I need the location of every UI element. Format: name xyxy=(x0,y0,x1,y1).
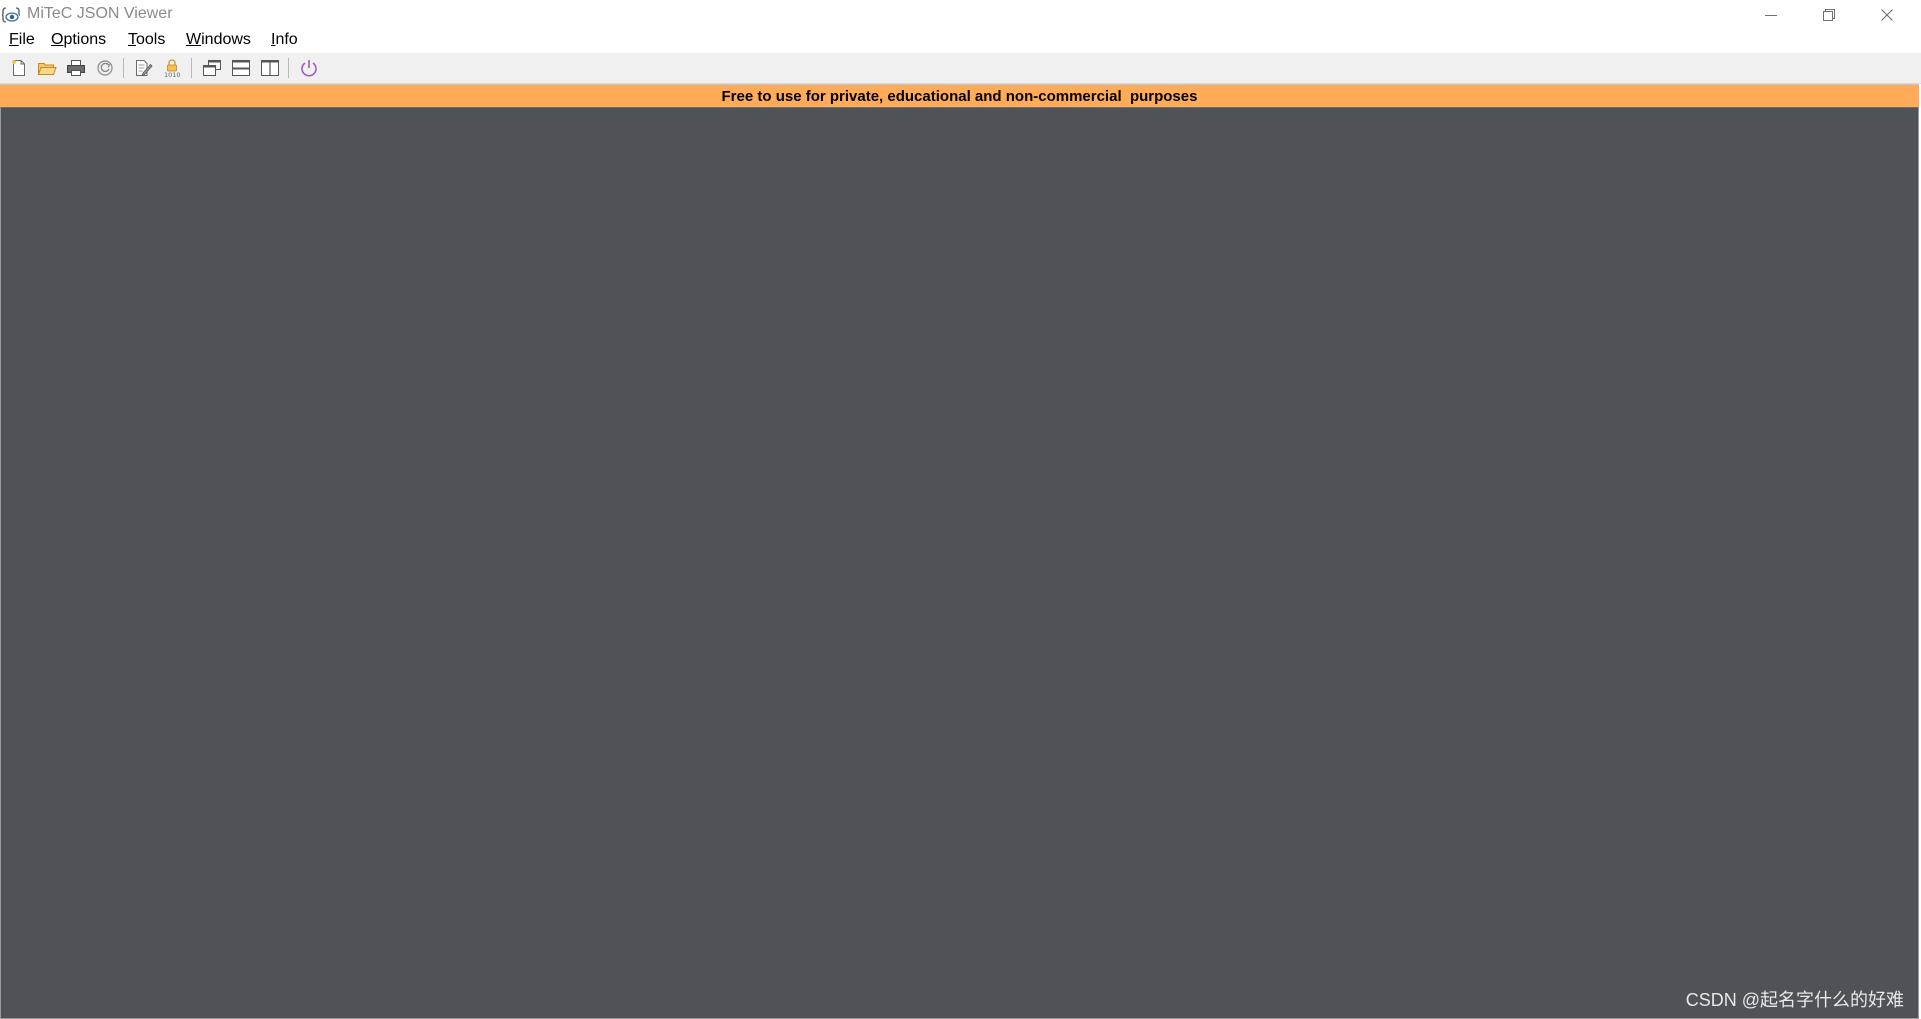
edit-document-icon xyxy=(136,60,153,77)
refresh-button[interactable] xyxy=(93,57,117,79)
window-title: MiTeC JSON Viewer xyxy=(27,5,173,22)
menu-options[interactable]: Options xyxy=(51,31,106,49)
power-exit-icon xyxy=(301,60,317,77)
close-button[interactable] xyxy=(1858,0,1916,29)
binary-lock-icon: 1010 xyxy=(164,59,181,78)
edit-button[interactable] xyxy=(131,57,155,79)
minimize-icon xyxy=(1765,14,1777,16)
toolbar-separator xyxy=(123,58,124,78)
svg-text:1010: 1010 xyxy=(164,71,181,78)
tile-horizontal-icon xyxy=(232,60,250,76)
print-icon xyxy=(67,60,85,76)
exit-button[interactable] xyxy=(297,57,321,79)
toolbar-separator xyxy=(288,58,289,78)
watermark-text: CSDN @起名字什么的好难 xyxy=(1685,990,1904,1010)
json-viewer-app-icon[interactable] xyxy=(1,6,22,24)
menu-file[interactable]: File xyxy=(9,31,35,49)
minimize-button[interactable] xyxy=(1742,0,1800,29)
binary-button[interactable]: 1010 xyxy=(161,57,185,79)
new-file-icon xyxy=(12,60,25,76)
restore-icon xyxy=(1823,8,1835,21)
tile-horizontal-button[interactable] xyxy=(229,57,253,79)
title-bar[interactable]: MiTeC JSON Viewer xyxy=(0,0,1921,29)
toolbar-separator xyxy=(191,58,192,78)
toolbar: 1010 xyxy=(0,53,1921,84)
new-file-button[interactable] xyxy=(7,57,31,79)
tile-vertical-icon xyxy=(261,60,279,76)
refresh-icon xyxy=(97,60,113,76)
mdi-workspace[interactable]: CSDN @起名字什么的好难 xyxy=(0,107,1919,1019)
cascade-windows-icon xyxy=(203,60,221,76)
menu-tools[interactable]: Tools xyxy=(128,31,165,49)
restore-button[interactable] xyxy=(1800,0,1858,29)
license-banner: Free to use for private, educational and… xyxy=(0,84,1919,108)
tile-vertical-button[interactable] xyxy=(258,57,282,79)
app-window: MiTeC JSON Viewer File Options Tools Win… xyxy=(0,0,1921,1019)
menu-windows[interactable]: Windows xyxy=(186,31,251,49)
open-folder-icon xyxy=(37,63,57,75)
cascade-button[interactable] xyxy=(200,57,224,79)
license-banner-text: Free to use for private, educational and… xyxy=(721,88,1198,105)
print-button[interactable] xyxy=(64,57,88,79)
menu-bar: File Options Tools Windows Info xyxy=(0,29,1921,53)
close-icon xyxy=(1881,8,1893,21)
open-button[interactable] xyxy=(35,57,59,79)
menu-info[interactable]: Info xyxy=(271,31,298,49)
